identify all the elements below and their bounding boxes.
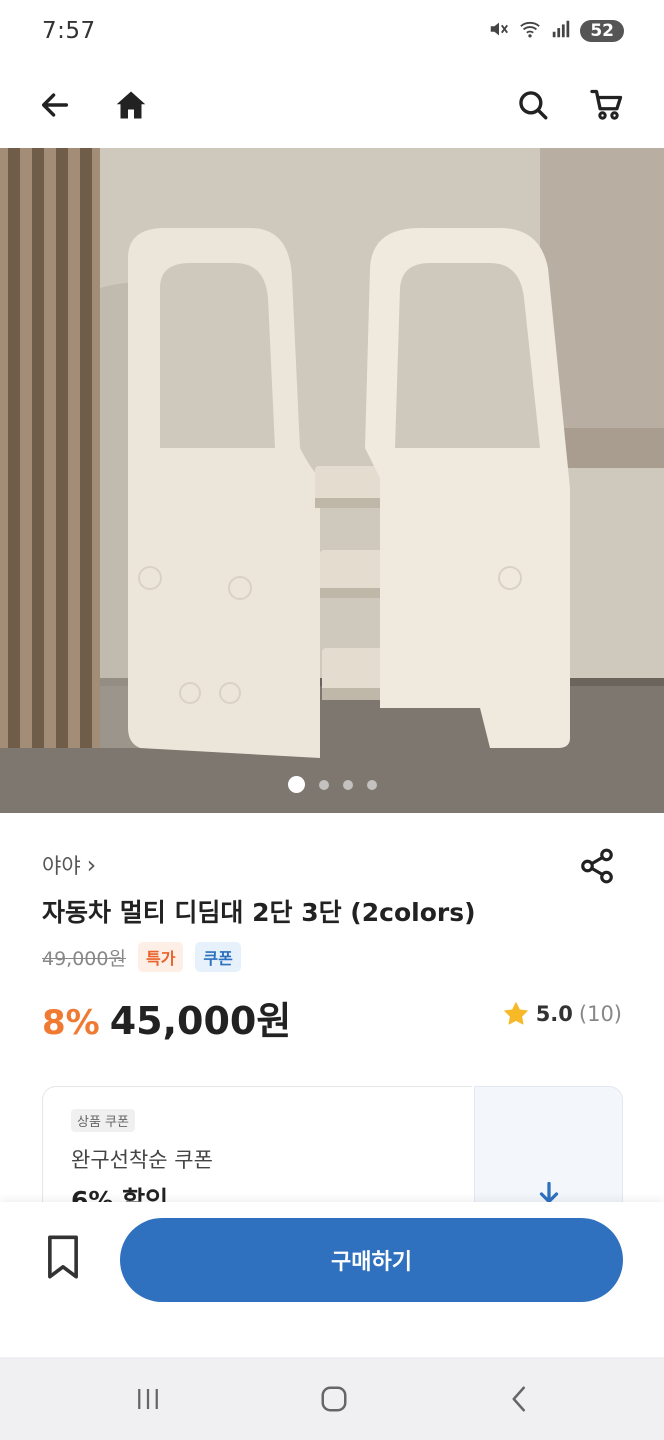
- coupon-name: 완구선착순 쿠폰: [71, 1148, 213, 1172]
- sale-badge: 특가: [137, 942, 184, 972]
- carousel-dot[interactable]: [366, 779, 377, 790]
- search-button[interactable]: [508, 80, 558, 130]
- recent-apps-icon: [138, 1389, 158, 1409]
- brand-link[interactable]: 야야 ›: [42, 850, 96, 880]
- discount-rate: 8%: [42, 1003, 100, 1043]
- product-title: 자동차 멀티 디딤대 2단 3단 (2colors): [42, 898, 476, 927]
- system-home-button[interactable]: [314, 1379, 354, 1419]
- price-meta-row: 49,000원 특가 쿠폰: [42, 942, 241, 972]
- coupon-badge: 쿠폰: [195, 942, 241, 972]
- carousel-indicator: [0, 776, 664, 793]
- search-icon: [519, 91, 548, 120]
- product-photo: [0, 148, 664, 813]
- home-icon: [116, 91, 146, 119]
- system-nav-bar: [0, 1357, 664, 1440]
- share-icon: [581, 848, 613, 884]
- back-arrow-icon: [41, 93, 69, 117]
- system-home-icon: [321, 1386, 347, 1412]
- cart-icon: [590, 89, 623, 120]
- price-row: 8% 45,000원: [42, 990, 291, 1045]
- rating[interactable]: 5.0 (10): [502, 1000, 622, 1028]
- bookmark-icon: [48, 1235, 78, 1279]
- wifi-icon: [518, 18, 542, 44]
- home-button[interactable]: [106, 80, 156, 130]
- original-price: 49,000원: [42, 947, 126, 970]
- star-icon: [504, 1002, 528, 1025]
- system-back-icon: [512, 1386, 525, 1412]
- product-image-carousel[interactable]: [0, 148, 664, 813]
- bookmark-button[interactable]: [40, 1232, 86, 1282]
- sale-price: 45,000원: [109, 999, 292, 1043]
- battery-badge: 52: [580, 20, 624, 42]
- cart-button[interactable]: [582, 80, 632, 130]
- mute-icon: [488, 18, 510, 44]
- rating-score: 5.0: [535, 1002, 573, 1026]
- carousel-dot[interactable]: [342, 779, 353, 790]
- carousel-dot-active[interactable]: [287, 776, 305, 793]
- brand-name: 야야: [42, 854, 81, 878]
- recent-apps-button[interactable]: [128, 1379, 168, 1419]
- top-nav: [0, 62, 664, 148]
- status-icons: 52: [488, 18, 624, 44]
- back-button[interactable]: [30, 80, 80, 130]
- bottom-action-bar: 구매하기: [0, 1202, 664, 1357]
- share-button[interactable]: [574, 843, 620, 889]
- status-bar: 7:57 52: [0, 0, 664, 62]
- coupon-tag: 상품 쿠폰: [71, 1109, 135, 1132]
- status-time: 7:57: [42, 18, 96, 44]
- rating-count: (10): [578, 1002, 622, 1026]
- chevron-right-icon: ›: [86, 851, 97, 879]
- signal-icon: [550, 18, 572, 44]
- buy-button[interactable]: 구매하기: [120, 1218, 623, 1302]
- system-back-button[interactable]: [500, 1379, 540, 1419]
- carousel-dot[interactable]: [318, 779, 329, 790]
